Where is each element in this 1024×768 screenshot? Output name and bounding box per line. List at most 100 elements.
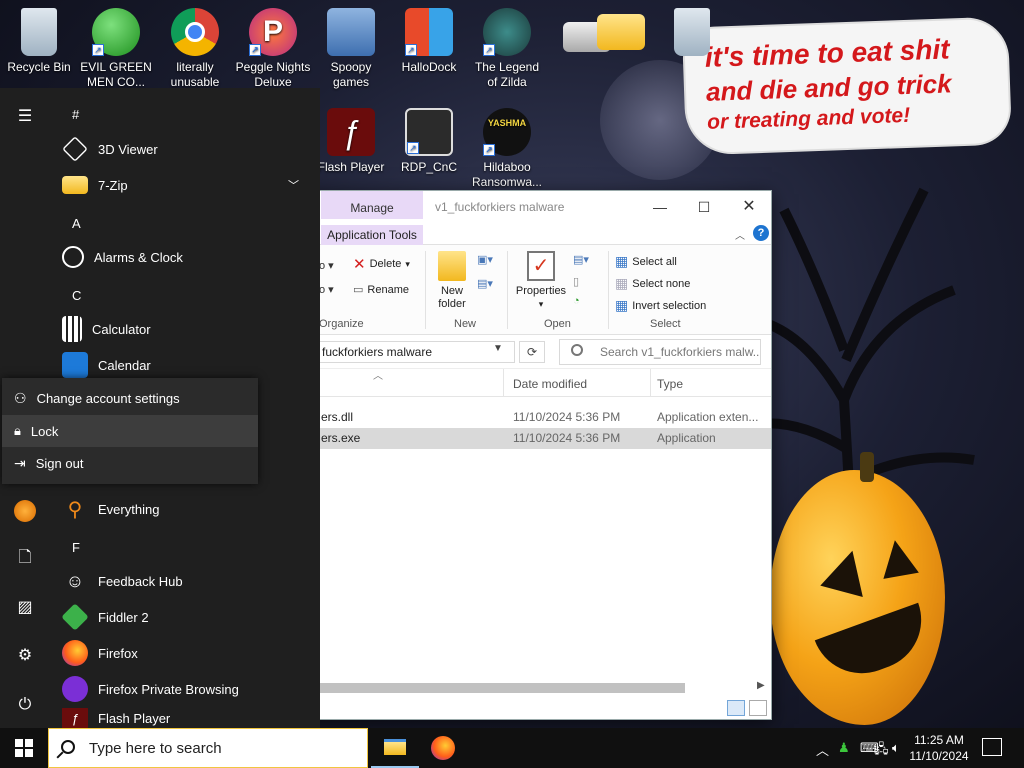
delete-button[interactable]: ✕ Delete ▾ (353, 255, 410, 273)
history-button[interactable]: ◔ (573, 295, 580, 307)
desktop-icon-recycle-bin[interactable]: Recycle Bin (1, 2, 77, 75)
open-icon: ▤▾ (573, 254, 589, 266)
file-row[interactable]: ers.dll 11/10/2024 5:36 PM Application e… (301, 407, 771, 428)
maximize-button[interactable]: ☐ (681, 195, 727, 219)
app-list-letter-hash[interactable]: # (72, 107, 79, 122)
move-to-button[interactable]: o ▾ (319, 259, 334, 272)
close-button[interactable]: ✕ (726, 195, 772, 219)
new-folder-button[interactable]: New folder (427, 251, 477, 311)
desktop-icon-label: Flash Player (317, 160, 385, 174)
taskbar-firefox[interactable] (419, 728, 467, 768)
chevron-up-icon[interactable]: ︿ (735, 227, 745, 242)
minimize-button[interactable]: — (637, 195, 683, 219)
app-item-firefox[interactable]: Firefox (62, 636, 312, 670)
window-titlebar[interactable]: Manage v1_fuckforkiers malware — ☐ ✕ (301, 191, 771, 223)
select-all-button[interactable]: ▦ Select all (615, 253, 677, 270)
taskbar: Type here to search ︿ ♟ ⌨ 🖧︎ 🔈︎ 11:25 AM… (0, 728, 1024, 768)
app-list-letter-a[interactable]: A (72, 216, 81, 231)
scrollbar-thumb[interactable] (319, 683, 685, 693)
desktop-icon-spoopy-games[interactable]: Spoopy games (313, 2, 389, 90)
lock-item[interactable]: 🔒︎ Lock (2, 415, 258, 447)
app-list-letter-c[interactable]: C (72, 288, 81, 303)
desktop-icon-recycle-bin-2[interactable] (654, 2, 730, 60)
chevron-down-icon[interactable]: ▼ (493, 343, 503, 354)
details-view-button[interactable] (727, 700, 745, 716)
desktop-icon-flash-player[interactable]: ƒ Flash Player (313, 102, 389, 175)
desktop-icon-folder[interactable] (583, 2, 659, 54)
taskbar-file-explorer[interactable] (371, 728, 419, 768)
settings-gear-icon[interactable]: ⚙ (14, 644, 36, 666)
app-item-3d-viewer[interactable]: 3D Viewer (62, 132, 312, 166)
power-icon[interactable]: ⏻ (14, 694, 36, 716)
firefox-icon (62, 640, 88, 666)
refresh-button[interactable]: ⟳ (519, 341, 545, 363)
chevron-down-icon[interactable]: ﹀ (288, 177, 299, 193)
notification-center-icon[interactable] (982, 738, 1002, 756)
desktop-icon-hallodock[interactable]: ↗ HalloDock (391, 2, 467, 75)
search-input[interactable]: Search v1_fuckforkiers malw... (559, 339, 761, 365)
file-row-selected[interactable]: ers.exe 11/10/2024 5:36 PM Application (301, 428, 771, 449)
address-path-field[interactable]: fuckforkiers malware (319, 341, 515, 363)
ribbon-tab-application-tools[interactable]: Application Tools (321, 225, 423, 245)
messenger-people-icon: ↗ (92, 8, 140, 56)
app-item-everything[interactable]: ⚲ Everything (62, 492, 312, 526)
messenger-tray-icon[interactable]: ♟ (838, 740, 850, 756)
new-item-button[interactable]: ▣▾ (477, 253, 493, 266)
sort-caret-icon: ︿ (373, 371, 383, 382)
help-icon[interactable]: ? (753, 225, 769, 241)
sign-out-item[interactable]: ⇥ Sign out (2, 447, 258, 479)
taskbar-clock[interactable]: 11:25 AM 11/10/2024 (908, 732, 970, 764)
select-none-button[interactable]: ▦ Select none (615, 275, 690, 292)
feedback-icon: ☺ (65, 570, 85, 591)
desktop-icon-peggle[interactable]: P ↗ Peggle Nights Deluxe (235, 2, 311, 90)
app-item-fiddler-2[interactable]: Fiddler 2 (61, 600, 312, 634)
group-label-select: Select (650, 318, 681, 330)
user-avatar-icon[interactable] (14, 500, 36, 522)
change-account-settings-item[interactable]: ⚇ Change account settings (2, 382, 258, 414)
app-item-alarms-clock[interactable]: Alarms & Clock (62, 240, 312, 274)
search-icon (61, 740, 75, 754)
edit-button[interactable]: ▯ (573, 275, 579, 288)
rdp-icon: ↗ (405, 108, 453, 156)
ribbon-tab-manage[interactable]: Manage (321, 191, 423, 219)
recycle-bin-icon (674, 8, 710, 56)
app-item-calculator[interactable]: Calculator (62, 312, 312, 346)
invert-selection-button[interactable]: ▦ Invert selection (615, 297, 706, 314)
volume-icon[interactable]: 🔈︎ (892, 740, 900, 756)
new-item-icon: ▣▾ (477, 254, 493, 266)
rename-button[interactable]: ▭ Rename (353, 283, 409, 297)
file-type: Application exten... (657, 410, 759, 424)
properties-button[interactable]: ✓ Properties ▾ (513, 251, 569, 311)
network-icon[interactable]: 🖧︎ (874, 740, 889, 762)
copy-to-button[interactable]: o ▾ (319, 283, 334, 296)
desktop-icon-hildaboo[interactable]: YASHMA ↗ Hildaboo Ransomwa... (469, 102, 545, 190)
jack-o-lantern-image (770, 452, 945, 725)
invert-selection-icon: ▦ (615, 297, 629, 313)
app-item-firefox-private[interactable]: Firefox Private Browsing (62, 672, 312, 706)
pictures-icon[interactable]: ▨ (14, 596, 36, 618)
app-item-calendar[interactable]: Calendar (62, 348, 312, 382)
properties-icon: ✓ (527, 251, 555, 281)
taskbar-search-box[interactable]: Type here to search (48, 728, 368, 768)
column-date-modified[interactable]: Date modified (513, 373, 587, 395)
show-hidden-icons-chevron-icon[interactable]: ︿ (816, 740, 829, 759)
column-type[interactable]: Type (657, 373, 683, 395)
horizontal-scrollbar[interactable]: ▶ (319, 680, 769, 695)
large-icons-view-button[interactable] (749, 700, 767, 716)
hamburger-menu-icon[interactable]: ☰ (14, 105, 36, 127)
open-button[interactable]: ▤▾ (573, 253, 589, 266)
desktop-icon-legend-of-zilda[interactable]: ↗ The Legend of Zilda (469, 2, 545, 90)
easy-access-button[interactable]: ▤▾ (477, 277, 493, 290)
documents-icon[interactable]: 🗋 (14, 548, 36, 570)
file-explorer-window[interactable]: Manage v1_fuckforkiers malware — ☐ ✕ App… (300, 190, 772, 720)
start-button[interactable] (0, 728, 48, 768)
desktop-icon-chrome[interactable]: literally unusable (157, 2, 233, 90)
scroll-right-arrow-icon[interactable]: ▶ (757, 680, 765, 691)
app-item-7zip[interactable]: 7-Zip ﹀ (62, 168, 312, 202)
file-name: ers.exe (321, 431, 361, 445)
app-item-flash-player[interactable]: ƒ Flash Player (62, 708, 312, 728)
app-list-letter-f[interactable]: F (72, 540, 80, 555)
app-item-feedback-hub[interactable]: ☺ Feedback Hub (62, 564, 312, 598)
desktop-icon-evil-green-men[interactable]: ↗ EVIL GREEN MEN CO... (78, 2, 154, 90)
desktop-icon-rdp-cnc[interactable]: ↗ RDP_CnC (391, 102, 467, 175)
